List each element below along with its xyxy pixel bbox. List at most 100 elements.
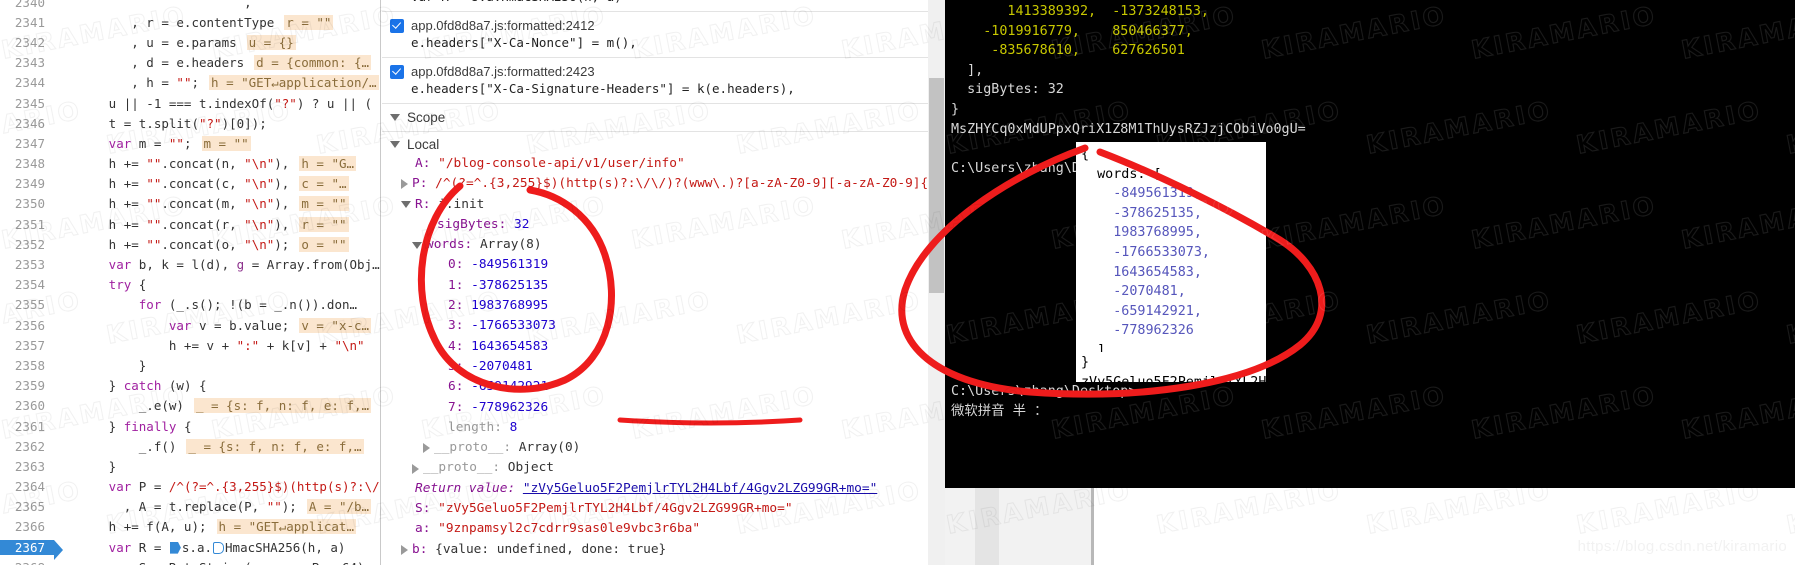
line-number[interactable]: 2345 [0, 96, 54, 111]
scope-variable-value[interactable]: -778962326 [471, 398, 548, 418]
scope-variable-row[interactable]: 7: -778962326 [382, 398, 939, 418]
code-line[interactable]: 2354 try { [0, 275, 380, 295]
breakpoint-marker-icon[interactable] [169, 541, 181, 554]
breakpoint-header[interactable]: app.0fd8d8a7.js:formatted:2412 [390, 18, 931, 33]
code-line[interactable]: 2353 var b, k = l(d), g = Array.from(Obj… [0, 254, 380, 274]
line-number[interactable]: 2340 [0, 0, 54, 10]
code-line[interactable]: 2347 var m = ""; m = "" [0, 133, 380, 153]
scope-variable-value[interactable]: "zVy5Geluo5F2PemjlrTYL2H4Lbf/4Ggv2LZG99G… [438, 499, 792, 519]
scope-variable-value[interactable]: 8 [510, 418, 518, 438]
line-number[interactable]: 2365 [0, 499, 54, 514]
scope-variable-row[interactable]: sigBytes: 32 [382, 215, 939, 235]
scope-variable-row[interactable]: 2: 1983768995 [382, 296, 939, 316]
code-line[interactable]: 2341 , r = e.contentType r = "" [0, 12, 380, 32]
scope-variable-value[interactable]: -849561319 [471, 255, 548, 275]
scope-variable-value[interactable]: 1643654583 [471, 337, 548, 357]
code-line[interactable]: 2366 h += f(A, u); h = "GET↵applicat… [0, 517, 380, 537]
scope-section-header[interactable]: Scope [382, 104, 939, 132]
scope-variable-value[interactable]: Array(8) [480, 235, 542, 255]
line-number[interactable]: 2368 [0, 560, 54, 565]
code-line[interactable]: 2365 , A = t.replace(P, ""); A = "/b… [0, 497, 380, 517]
scope-variable-row[interactable]: 6: -659142921 [382, 377, 939, 397]
line-number[interactable]: 2344 [0, 75, 54, 90]
scope-variable-row[interactable]: A: "/blog-console-api/v1/user/info" [382, 154, 939, 174]
line-number[interactable]: 2343 [0, 55, 54, 70]
scope-variable-value[interactable]: -378625135 [471, 276, 548, 296]
line-number[interactable]: 2346 [0, 116, 54, 131]
scope-variable-row[interactable]: __proto__: Object [382, 458, 939, 478]
breakpoint-checkbox[interactable] [390, 64, 404, 79]
breakpoint-item[interactable]: app.0fd8d8a7.js:formatted:2423 e.headers[… [382, 58, 939, 104]
code-line[interactable]: 2362 _.f() _ = {s: f, n: f, e: f,… [0, 436, 380, 456]
code-line[interactable]: 2348 h += "".concat(n, "\n"), h = "G… [0, 154, 380, 174]
line-number[interactable]: 2363 [0, 459, 54, 474]
breakpoint-location[interactable]: app.0fd8d8a7.js:formatted:2423 [411, 64, 595, 79]
line-number[interactable]: 2350 [0, 196, 54, 211]
breakpoint-location[interactable]: app.0fd8d8a7.js:formatted:2412 [411, 18, 595, 33]
scope-variable-row[interactable]: length: 8 [382, 418, 939, 438]
scope-variable-value[interactable]: "/blog-console-api/v1/user/info" [438, 154, 685, 174]
line-number[interactable]: 2347 [0, 136, 54, 151]
code-line[interactable]: 2343 , d = e.headers d = {common: {… [0, 53, 380, 73]
line-number[interactable]: 2364 [0, 479, 54, 494]
scope-variable-row[interactable]: 1: -378625135 [382, 276, 939, 296]
code-line[interactable]: 2349 h += "".concat(c, "\n"), c = "… [0, 174, 380, 194]
breakpoint-marker-hollow-icon[interactable] [213, 541, 225, 554]
code-line[interactable]: 2352 h += "".concat(o, "\n"); o = "" [0, 234, 380, 254]
breakpoint-item[interactable]: app.0fd8d8a7.js:formatted:2412 e.headers[… [382, 12, 939, 58]
scope-variable-value[interactable]: -1766533073 [471, 316, 556, 336]
chevron-right-icon[interactable] [423, 443, 430, 454]
scope-variable-value[interactable]: "zVy5Geluo5F2PemjlrTYL2H4Lbf/4Ggv2LZG99G… [523, 479, 877, 499]
scope-variable-row[interactable]: __proto__: Array(0) [382, 438, 939, 458]
line-number[interactable]: 2352 [0, 237, 54, 252]
chevron-down-icon[interactable] [412, 241, 422, 249]
code-line[interactable]: 2356 var v = b.value; v = "x-c… [0, 315, 380, 335]
line-number[interactable]: 2358 [0, 358, 54, 373]
scope-variable-row[interactable]: 5: -2070481 [382, 357, 939, 377]
breakpoint-item[interactable]: var R = s.a.HmacSHA256(h, a) [382, 0, 939, 12]
breakpoint-header[interactable]: app.0fd8d8a7.js:formatted:2423 [390, 64, 931, 79]
chevron-down-icon[interactable] [401, 201, 411, 209]
line-number[interactable]: 2354 [0, 277, 54, 292]
scope-variable-row[interactable]: S: "zVy5Geluo5F2PemjlrTYL2H4Lbf/4Ggv2LZG… [382, 499, 939, 519]
scope-variable-row[interactable]: Return value: "zVy5Geluo5F2PemjlrTYL2H4L… [382, 479, 939, 499]
scope-variable-value[interactable]: Object [508, 458, 554, 478]
breakpoint-checkbox[interactable] [390, 18, 404, 33]
code-line[interactable]: 2359 } catch (w) { [0, 376, 380, 396]
scope-variable-row[interactable]: R: i.init [382, 195, 939, 215]
scope-variables-list[interactable]: A: "/blog-console-api/v1/user/info" P: /^… [382, 154, 939, 560]
scope-variable-row[interactable]: P: /^(?=^.{3,255}$)(http(s)?:\/\/)?(www\… [382, 174, 939, 194]
line-number[interactable]: 2356 [0, 318, 54, 333]
local-scope-header[interactable]: Local [382, 132, 939, 154]
line-number[interactable]: 2355 [0, 297, 54, 312]
scope-variable-row[interactable]: 3: -1766533073 [382, 316, 939, 336]
code-line[interactable]: 2358 } [0, 355, 380, 375]
code-line[interactable]: 2361 } finally { [0, 416, 380, 436]
code-line[interactable]: 2340 , [0, 0, 380, 12]
terminal-window[interactable]: 1413389392, -1373248153, -1019916779, 85… [945, 0, 1795, 488]
line-number[interactable]: 2361 [0, 419, 54, 434]
line-number[interactable]: 2360 [0, 398, 54, 413]
code-line[interactable]: 2346 t = t.split("?")[0]); [0, 113, 380, 133]
line-number[interactable]: 2357 [0, 338, 54, 353]
code-line[interactable]: 2364 var P = /^(?=^.{3,255}$)(http(s)?:\… [0, 477, 380, 497]
breakpoints-list[interactable]: var R = s.a.HmacSHA256(h, a) app.0fd8d8a7… [382, 0, 939, 104]
line-number[interactable]: 2366 [0, 519, 54, 534]
debugger-scrollbar-thumb[interactable] [929, 78, 944, 293]
code-line[interactable]: 2357 h += v + ":" + k[v] + "\n" [0, 335, 380, 355]
source-code-panel[interactable]: 2340 , 2341 , r = e.contentType r = "" 2342… [0, 0, 381, 565]
scope-variable-row[interactable]: 0: -849561319 [382, 255, 939, 275]
scope-variable-value[interactable]: i.init [438, 195, 484, 215]
scope-variable-value[interactable]: 32 [514, 215, 529, 235]
scope-variable-row[interactable]: 4: 1643654583 [382, 337, 939, 357]
scope-variable-row[interactable]: words: Array(8) [382, 235, 939, 255]
line-number[interactable]: 2367 [0, 539, 63, 560]
scope-variable-row[interactable]: a: "9znpamsyl2c7cdrr9sas0le9vbc3r6ba" [382, 519, 939, 539]
chevron-right-icon[interactable] [401, 544, 408, 555]
line-number[interactable]: 2353 [0, 257, 54, 272]
scope-variable-row[interactable]: b: {value: undefined, done: true} [382, 540, 939, 560]
chevron-right-icon[interactable] [412, 463, 419, 474]
scope-variable-value[interactable]: "9znpamsyl2c7cdrr9sas0le9vbc3r6ba" [438, 519, 700, 539]
chevron-right-icon[interactable] [401, 179, 408, 190]
scope-variable-value[interactable]: 1983768995 [471, 296, 548, 316]
